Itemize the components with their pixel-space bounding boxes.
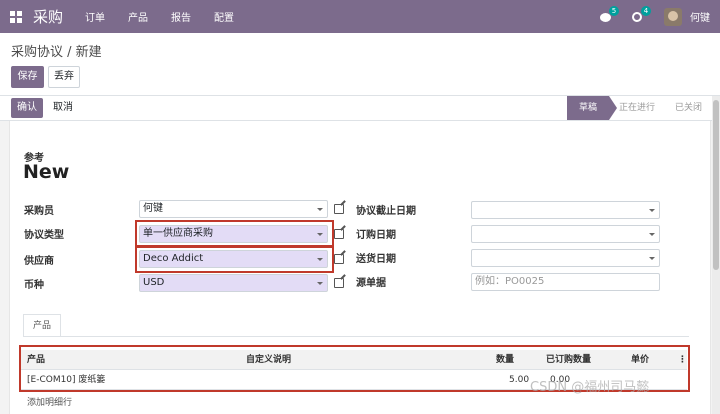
menu-reports[interactable]: 报告: [171, 9, 191, 24]
menu-configuration[interactable]: 配置: [214, 9, 234, 24]
scrollbar-thumb[interactable]: [713, 100, 719, 270]
tab-divider: [23, 336, 689, 337]
order-date-label: 订购日期: [356, 230, 396, 241]
save-button[interactable]: 保存: [11, 66, 44, 88]
delivery-date-input[interactable]: [471, 249, 660, 267]
user-avatar[interactable]: [664, 7, 682, 26]
highlight-box: [135, 246, 334, 273]
external-link-icon[interactable]: [334, 229, 344, 239]
cancel-button[interactable]: 取消: [48, 98, 78, 118]
deadline-input[interactable]: [471, 201, 660, 219]
watermark: CSDN @福州司马懿: [530, 380, 650, 395]
highlight-box: [135, 220, 334, 247]
status-bar: 确认 取消 草稿 正在进行 已关闭: [0, 96, 720, 121]
buyer-label: 采购员: [24, 206, 54, 217]
order-date-input[interactable]: [471, 225, 660, 243]
stage-draft[interactable]: 草稿: [567, 96, 617, 120]
add-line-link[interactable]: 添加明细行: [27, 395, 72, 408]
activity-count-badge: 4: [641, 5, 651, 16]
stage-in-progress[interactable]: 正在进行: [619, 96, 655, 120]
breadcrumb: 采购协议 / 新建: [11, 45, 102, 60]
chat-count-badge: 5: [609, 5, 619, 16]
agreement-type-label: 协议类型: [24, 230, 64, 241]
deadline-label: 协议截止日期: [356, 206, 416, 217]
external-link-icon[interactable]: [334, 254, 344, 264]
vendor-label: 供应商: [24, 256, 54, 267]
external-link-icon[interactable]: [334, 278, 344, 288]
tab-products[interactable]: 产品: [23, 314, 61, 337]
apps-menu-icon[interactable]: [10, 10, 22, 23]
currency-label: 币种: [24, 280, 44, 291]
currency-select[interactable]: USD: [139, 274, 328, 292]
activity-icon[interactable]: 4: [632, 5, 651, 23]
menu-products[interactable]: 产品: [128, 9, 148, 24]
form-sheet: 参考 New 采购员 何键 协议类型 单一供应商采购 供应商 Deco Addi…: [9, 121, 711, 414]
discard-button[interactable]: 丢弃: [48, 66, 80, 88]
external-link-icon[interactable]: [334, 204, 344, 214]
source-document-input[interactable]: 例如：PO0025: [471, 273, 660, 291]
chat-icon[interactable]: 5: [600, 5, 619, 23]
control-panel: 采购协议 / 新建 保存 丢弃: [0, 33, 720, 96]
app-brand[interactable]: 采购: [33, 6, 63, 27]
stage-closed[interactable]: 已关闭: [675, 96, 702, 120]
reference-value: New: [23, 161, 70, 183]
top-navbar: 采购 订单 产品 报告 配置 5 4 何键: [0, 0, 720, 33]
menu-orders[interactable]: 订单: [85, 9, 105, 24]
delivery-date-label: 送货日期: [356, 254, 396, 265]
user-name[interactable]: 何键: [690, 9, 710, 24]
confirm-button[interactable]: 确认: [11, 98, 43, 118]
buyer-select[interactable]: 何键: [139, 200, 328, 218]
source-label: 源单据: [356, 278, 386, 289]
